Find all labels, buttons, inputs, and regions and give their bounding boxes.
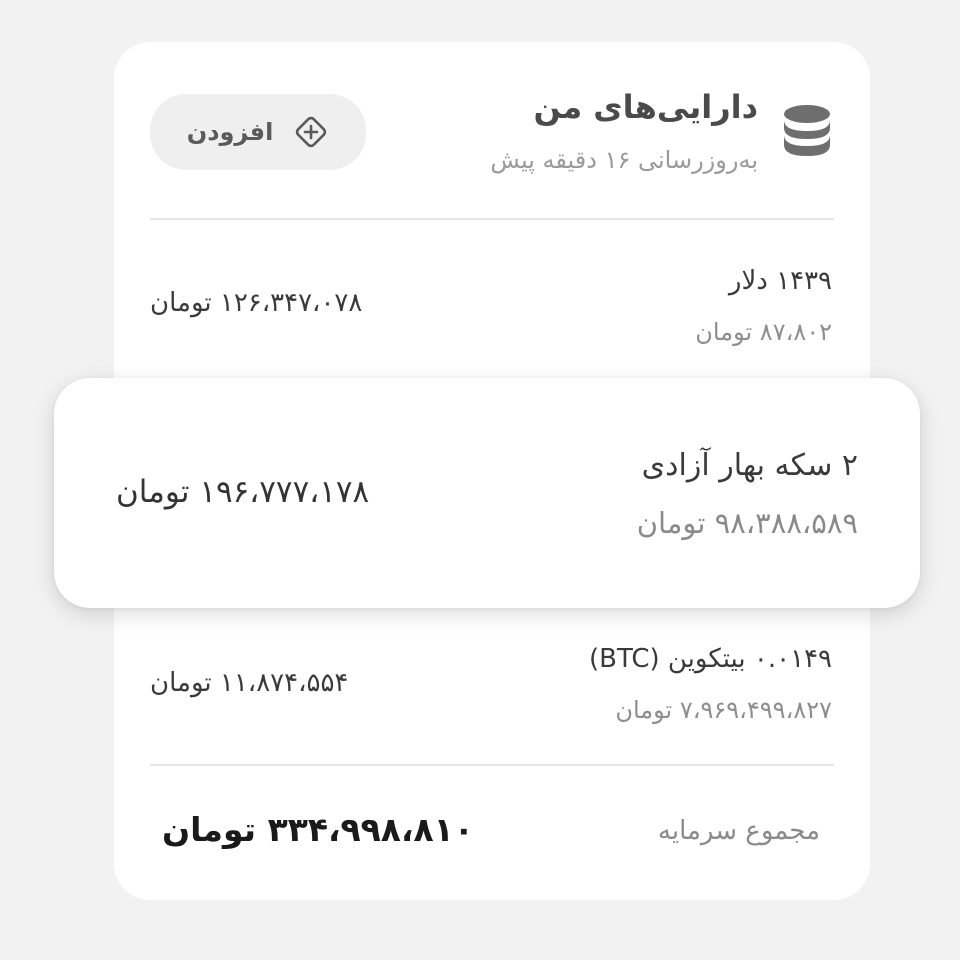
- total-label: مجموع سرمایه: [657, 816, 820, 846]
- asset-total-value: ۱۱،۸۷۴،۵۵۴ تومان: [150, 668, 349, 698]
- header-divider: [150, 218, 834, 220]
- add-button-label: افزودن: [186, 118, 274, 146]
- asset-name: ۰.۰۱۴۹ بیتکوین (BTC): [588, 644, 832, 674]
- total-value: ۳۳۴،۹۹۸،۸۱۰ تومان: [162, 810, 474, 849]
- asset-unit-price: ۷،۹۶۹،۴۹۹،۸۲۷ تومان: [615, 696, 832, 724]
- asset-name: ۲ سکه بهار آزادی: [641, 448, 858, 483]
- last-updated-text: به‌روزرسانی ۱۶ دقیقه پیش: [490, 146, 758, 174]
- asset-name: ۱۴۳۹ دلار: [728, 266, 832, 296]
- asset-row-gold-coin[interactable]: ۲ سکه بهار آزادی ۹۸،۳۸۸،۵۸۹ تومان ۱۹۶،۷۷…: [54, 378, 920, 608]
- page-title: دارایی‌های من: [533, 88, 758, 126]
- asset-total-value: ۱۲۶،۳۴۷،۰۷۸ تومان: [150, 288, 363, 318]
- asset-total-value: ۱۹۶،۷۷۷،۱۷۸ تومان: [116, 474, 370, 510]
- total-divider: [150, 764, 834, 766]
- add-diamond-icon: [296, 116, 327, 148]
- asset-unit-price: ۹۸،۳۸۸،۵۸۹ تومان: [636, 506, 858, 540]
- database-icon: [784, 105, 830, 156]
- add-asset-button[interactable]: افزودن: [150, 94, 366, 170]
- asset-unit-price: ۸۷،۸۰۲ تومان: [695, 318, 832, 346]
